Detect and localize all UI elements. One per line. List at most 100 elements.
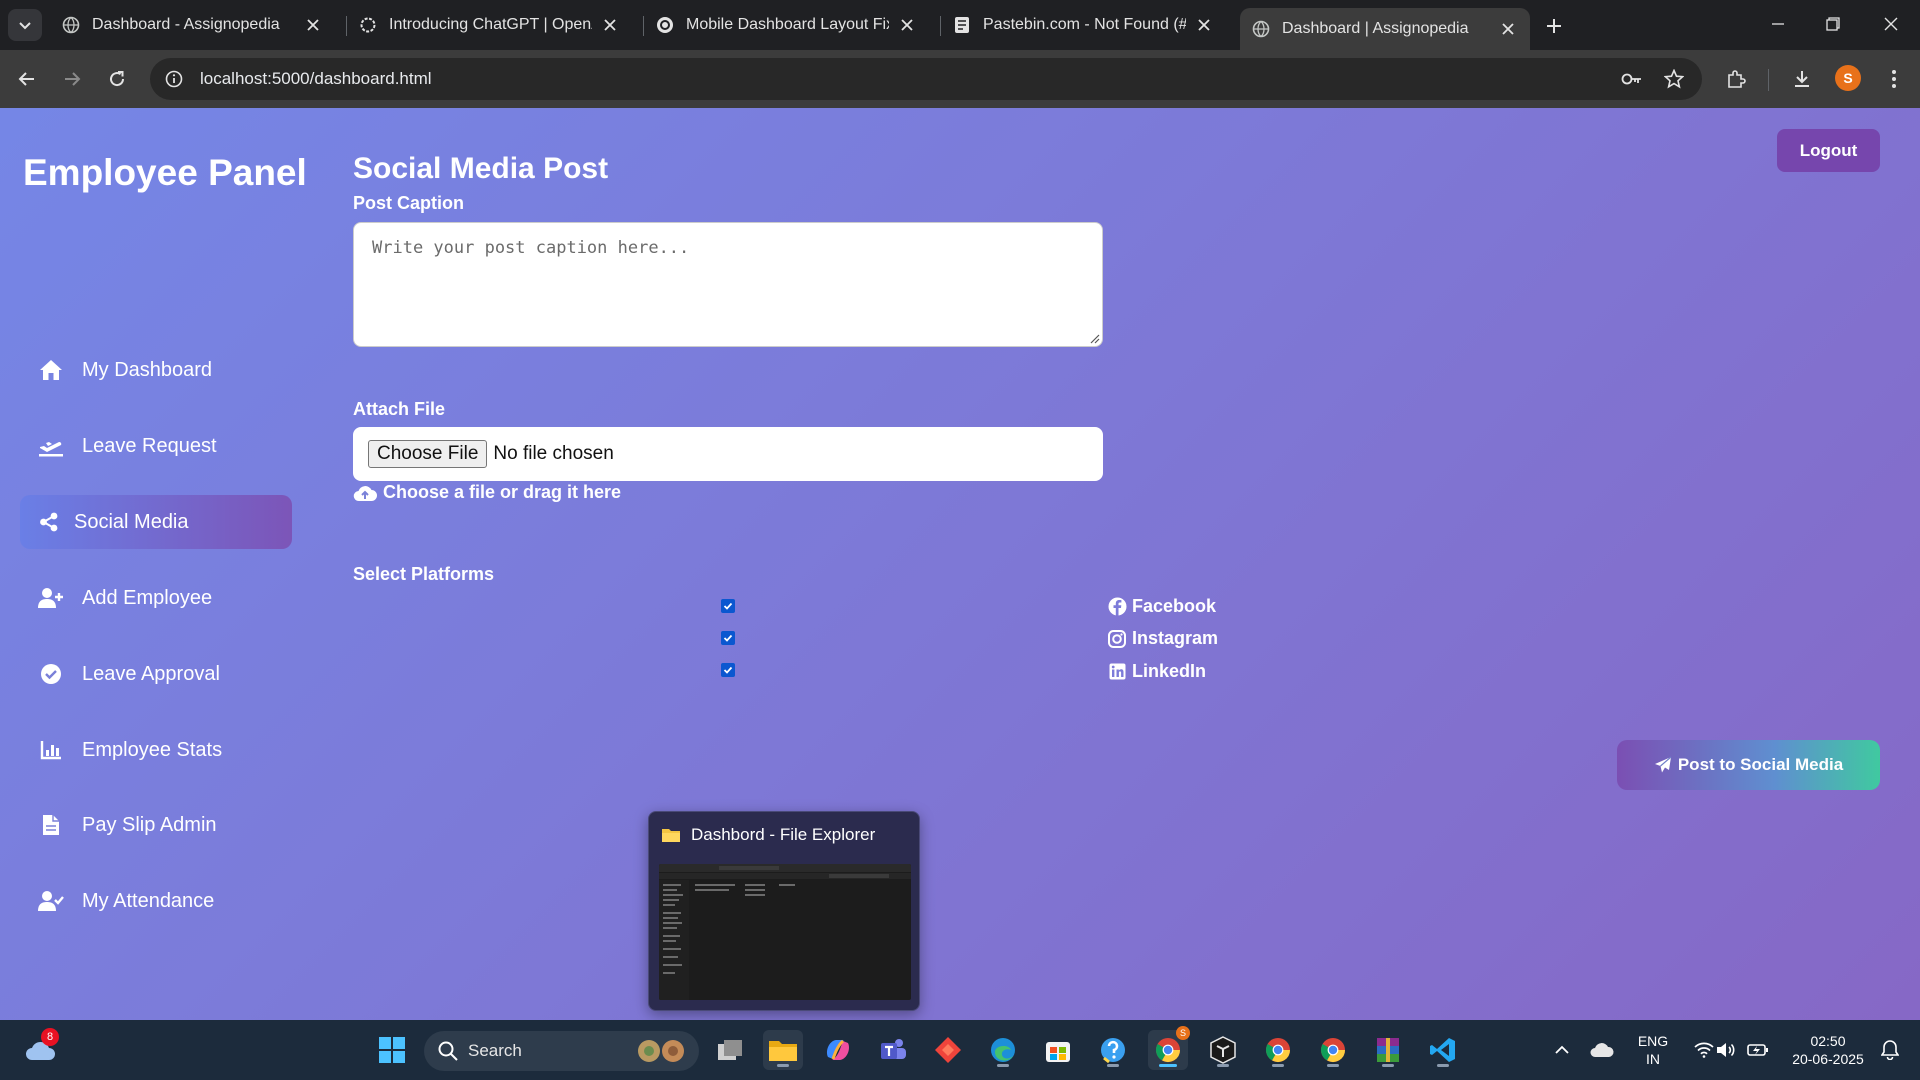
taskbar-search[interactable]: Search — [424, 1031, 699, 1071]
browser-tab-active[interactable]: Dashboard | Assignopedia — [1240, 8, 1530, 50]
taskbar-help[interactable] — [1093, 1030, 1133, 1070]
facebook-checkbox[interactable] — [721, 599, 735, 613]
toolbar-divider — [1768, 69, 1769, 91]
clock[interactable]: 02:50 20-06-2025 — [1780, 1032, 1876, 1068]
sidebar-item-add-employee-row[interactable]: Add Employee — [20, 571, 292, 625]
bookmark-star-icon[interactable] — [1662, 67, 1686, 91]
sidebar-item-label: Pay Slip Admin — [82, 813, 217, 836]
extensions-button[interactable] — [1720, 63, 1752, 95]
sidebar-item-my-attendance[interactable]: My Attendance — [20, 874, 292, 928]
language-indicator[interactable]: ENG IN — [1628, 1032, 1678, 1068]
taskbar-copilot[interactable] — [818, 1030, 858, 1070]
chatgpt-icon — [656, 16, 674, 34]
close-icon[interactable] — [1194, 15, 1214, 35]
browser-menu-button[interactable] — [1878, 63, 1910, 95]
platform-instagram[interactable]: Instagram — [1107, 628, 1218, 649]
file-explorer-preview[interactable]: Dashbord - File Explorer — [648, 811, 920, 1011]
close-icon[interactable] — [600, 15, 620, 35]
platform-name: Facebook — [1132, 596, 1217, 616]
taskbar-store[interactable] — [1038, 1030, 1078, 1070]
bell-icon — [1881, 1040, 1899, 1060]
reload-button[interactable] — [101, 63, 133, 95]
password-key-icon[interactable] — [1620, 67, 1644, 91]
choose-file-button[interactable]: Choose File — [368, 440, 488, 468]
windows-logo-icon — [379, 1037, 405, 1063]
taskbar-vscode[interactable] — [1423, 1030, 1463, 1070]
close-window-button[interactable] — [1871, 10, 1911, 38]
tab-title: Dashboard | Assignopedia — [1282, 20, 1469, 37]
sidebar-item-leave-request[interactable]: Leave Request — [20, 419, 292, 473]
sidebar-item-my-dashboard[interactable]: My Dashboard — [20, 343, 292, 397]
task-view-button[interactable] — [710, 1030, 750, 1070]
tray-overflow-button[interactable] — [1542, 1030, 1582, 1070]
task-view-icon — [718, 1040, 742, 1060]
taskbar-anydesk[interactable] — [928, 1030, 968, 1070]
post-to-social-media-button[interactable]: Post to Social Media — [1617, 740, 1880, 790]
platform-name: LinkedIn — [1132, 661, 1207, 681]
check-circle-icon — [38, 661, 64, 687]
teams-icon — [881, 1039, 906, 1059]
checkmark-icon — [723, 666, 733, 674]
instagram-checkbox[interactable] — [721, 631, 735, 645]
platform-facebook[interactable]: Facebook — [1107, 596, 1216, 617]
taskbar-chrome-active[interactable]: S — [1148, 1026, 1190, 1070]
new-tab-button[interactable] — [1540, 12, 1568, 40]
taskbar-chrome-profile-2[interactable] — [1258, 1030, 1298, 1070]
drag-hint-text: Choose a file or drag it here — [383, 482, 622, 502]
close-icon[interactable] — [303, 15, 323, 35]
profile-avatar[interactable]: S — [1835, 65, 1861, 91]
taskbar-edge[interactable] — [983, 1030, 1023, 1070]
close-icon[interactable] — [1498, 19, 1518, 39]
globe-icon — [1252, 20, 1270, 38]
sidebar-item-pay-slip-admin[interactable]: Pay Slip Admin — [20, 798, 292, 852]
file-input[interactable]: Choose File No file chosen — [353, 427, 1103, 481]
forward-button[interactable] — [56, 63, 88, 95]
tab-title: Mobile Dashboard Layout Fix — [686, 16, 889, 33]
address-bar[interactable]: localhost:5000/dashboard.html — [150, 58, 1702, 100]
running-indicator — [997, 1064, 1009, 1067]
browser-tab[interactable]: Introducing ChatGPT | OpenAI — [347, 8, 632, 42]
battery-tray[interactable] — [1738, 1030, 1778, 1070]
notification-center[interactable] — [1870, 1030, 1910, 1070]
browser-tab[interactable]: Mobile Dashboard Layout Fix — [644, 8, 929, 42]
logout-button[interactable]: Logout — [1777, 129, 1880, 172]
globe-icon — [62, 16, 80, 34]
chrome-icon — [1320, 1038, 1345, 1063]
facebook-icon — [1107, 597, 1127, 617]
resize-grip-icon[interactable] — [1090, 334, 1100, 344]
browser-tab[interactable]: Pastebin.com - Not Found (#40 — [941, 8, 1226, 42]
post-button-label: Post to Social Media — [1677, 755, 1844, 774]
vscode-icon — [1430, 1038, 1455, 1062]
bar-chart-icon — [38, 737, 64, 763]
folder-icon — [662, 829, 680, 842]
checkmark-icon — [723, 634, 733, 642]
tab-search-button[interactable] — [8, 9, 42, 41]
sidebar-item-employee-stats[interactable]: Employee Stats — [20, 723, 292, 777]
notification-badge: 8 — [41, 1028, 59, 1046]
restore-button[interactable] — [1813, 10, 1853, 38]
checkmark-icon — [723, 602, 733, 610]
taskbar-app-box[interactable] — [1203, 1030, 1243, 1070]
platform-linkedin[interactable]: LinkedIn — [1107, 661, 1206, 682]
sidebar-item-social-media-active[interactable]: Social Media — [20, 495, 292, 549]
minimize-button[interactable] — [1758, 10, 1798, 38]
sidebar-item-label: Employee Stats — [82, 738, 223, 761]
onedrive-tray[interactable] — [1582, 1030, 1622, 1070]
site-info-icon[interactable] — [162, 67, 186, 91]
downloads-button[interactable] — [1786, 63, 1818, 95]
linkedin-icon — [1107, 662, 1127, 682]
linkedin-checkbox[interactable] — [721, 663, 735, 677]
browser-tab[interactable]: Dashboard - Assignopedia — [50, 8, 335, 42]
drag-drop-hint[interactable]: Choose a file or drag it here — [353, 482, 621, 503]
taskbar-file-explorer[interactable] — [763, 1030, 803, 1070]
close-icon[interactable] — [897, 15, 917, 35]
sidebar-item-leave-approval[interactable]: Leave Approval — [20, 647, 292, 701]
start-button[interactable] — [372, 1030, 412, 1070]
taskbar-winrar[interactable] — [1368, 1030, 1408, 1070]
taskbar-teams[interactable] — [873, 1030, 913, 1070]
caption-textarea[interactable]: Write your post caption here... — [353, 222, 1103, 347]
back-button[interactable] — [11, 63, 43, 95]
language-code: ENG — [1637, 1033, 1669, 1049]
app-cube-icon — [1210, 1036, 1236, 1064]
taskbar-chrome-profile-3[interactable] — [1313, 1030, 1353, 1070]
